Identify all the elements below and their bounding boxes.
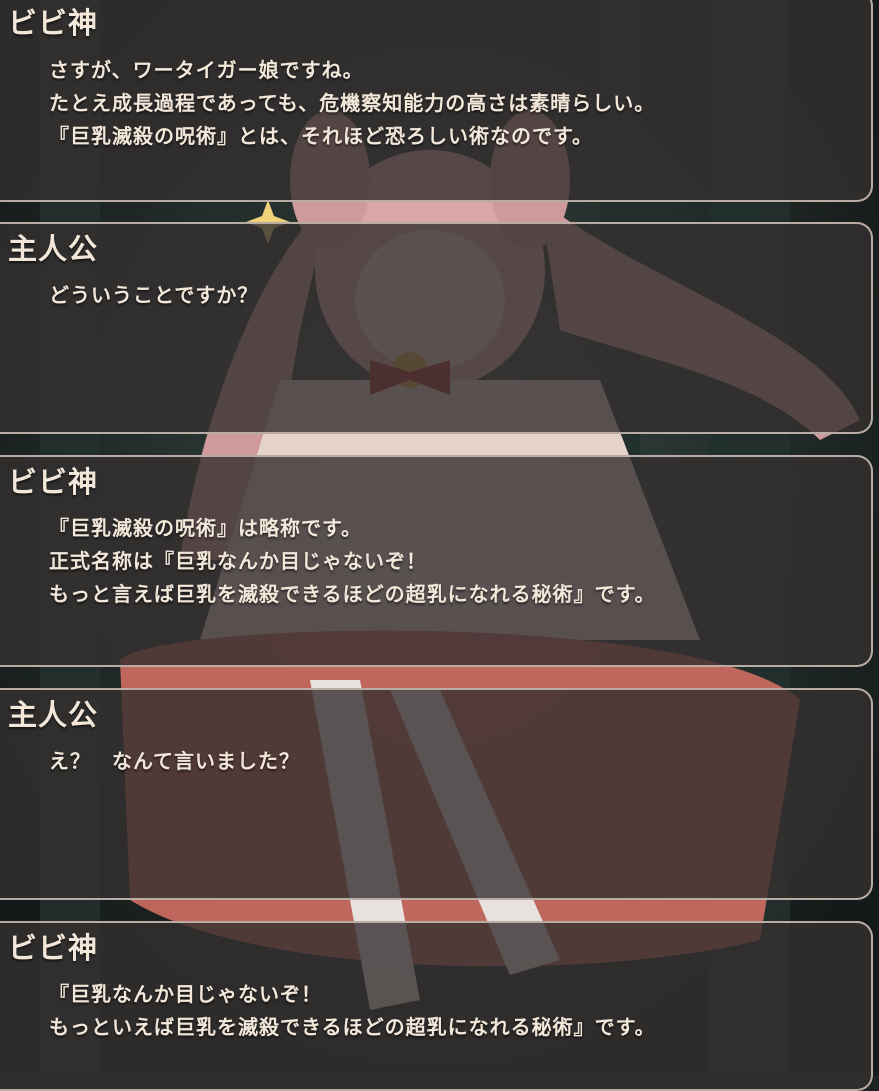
speaker-name: ビビ神	[8, 931, 99, 965]
dialogue-line: 『巨乳なんか目じゃないぞ！	[49, 982, 322, 1006]
speaker-name: ビビ神	[8, 6, 99, 40]
log-entry: ビビ神 『巨乳滅殺の呪術』は略称です。 正式名称は『巨乳なんか目じゃないぞ！ も…	[0, 455, 873, 667]
log-entry: 主人公 え？ なんて言いました？	[0, 688, 873, 900]
dialogue-log[interactable]: ビビ神 さすが、ワータイガー娘ですね。 たとえ成長過程であっても、危機察知能力の…	[0, 0, 879, 1091]
speaker-name: 主人公	[8, 698, 99, 732]
dialogue-line: 『巨乳滅殺の呪術』は略称です。	[49, 516, 362, 540]
log-entry: 主人公 どういうことですか？	[0, 222, 873, 434]
log-entry: ビビ神 『巨乳なんか目じゃないぞ！ もっといえば巨乳を滅殺できるほどの超乳になれ…	[0, 921, 873, 1091]
dialogue-line: もっといえば巨乳を滅殺できるほどの超乳になれる秘術』です。	[49, 1015, 656, 1039]
dialogue-line: 『巨乳滅殺の呪術』とは、それほど恐ろしい術なのです。	[49, 124, 593, 148]
dialogue-line: どういうことですか？	[49, 283, 259, 307]
dialogue-line: もっと言えば巨乳を滅殺できるほどの超乳になれる秘術』です。	[49, 582, 656, 606]
dialogue-line: さすが、ワータイガー娘ですね。	[49, 58, 364, 82]
log-entry: ビビ神 さすが、ワータイガー娘ですね。 たとえ成長過程であっても、危機察知能力の…	[0, 0, 873, 202]
speaker-name: 主人公	[8, 232, 99, 266]
dialogue-line: え？ なんて言いました？	[49, 749, 300, 773]
dialogue-line: たとえ成長過程であっても、危機察知能力の高さは素晴らしい。	[49, 91, 656, 115]
dialogue-line: 正式名称は『巨乳なんか目じゃないぞ！	[49, 549, 427, 573]
speaker-name: ビビ神	[8, 465, 99, 499]
